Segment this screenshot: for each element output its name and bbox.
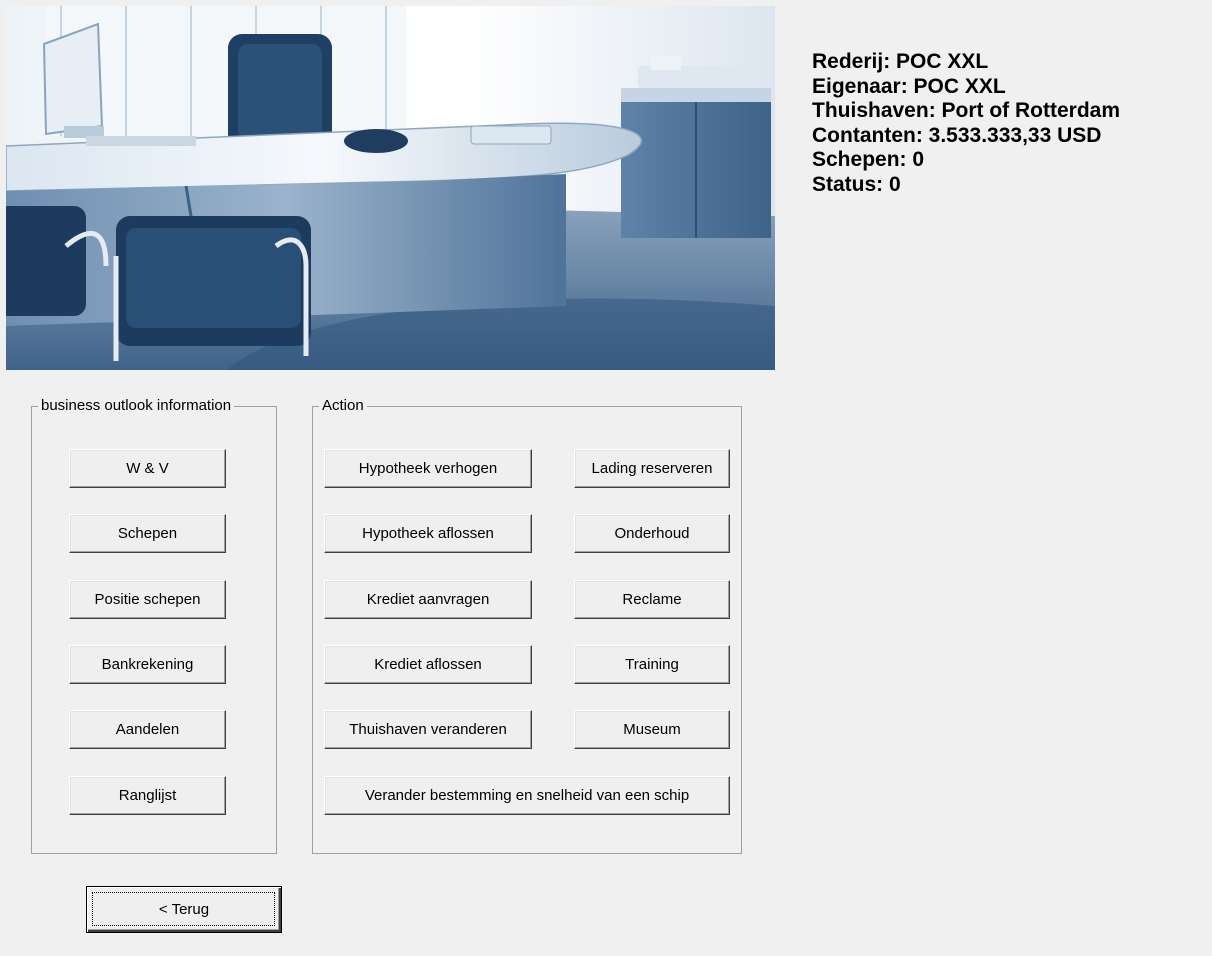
home-port-label: Thuishaven: Port of Rotterdam [812, 99, 1121, 123]
museum-button[interactable]: Museum [574, 710, 730, 749]
focus-rectangle [92, 892, 275, 926]
action-title: Action [319, 397, 367, 415]
positie-schepen-button[interactable]: Positie schepen [69, 580, 226, 619]
change-destination-speed-button[interactable]: Verander bestemming en snelheid van een … [324, 776, 730, 815]
krediet-aflossen-button[interactable]: Krediet aflossen [324, 645, 532, 684]
business-outlook-group: business outlook information W & V Schep… [31, 397, 277, 854]
w-and-v-button[interactable]: W & V [69, 449, 226, 488]
bankrekening-button[interactable]: Bankrekening [69, 645, 226, 684]
back-button[interactable]: < Terug [86, 886, 282, 933]
ranglijst-button[interactable]: Ranglijst [69, 776, 226, 815]
business-outlook-title: business outlook information [38, 397, 235, 415]
lading-reserveren-button[interactable]: Lading reserveren [574, 449, 730, 488]
thuishaven-veranderen-button[interactable]: Thuishaven veranderen [324, 710, 532, 749]
schepen-button[interactable]: Schepen [69, 514, 226, 553]
ships-count-label: Schepen: 0 [812, 148, 925, 172]
krediet-aanvragen-button[interactable]: Krediet aanvragen [324, 580, 532, 619]
aandelen-button[interactable]: Aandelen [69, 710, 226, 749]
shipping-company-label: Rederij: POC XXL [812, 50, 989, 73]
training-button[interactable]: Training [574, 645, 730, 684]
reclame-button[interactable]: Reclame [574, 580, 730, 619]
action-group: Action Hypotheek verhogen Lading reserve… [312, 397, 742, 854]
hypotheek-verhogen-button[interactable]: Hypotheek verhogen [324, 449, 532, 488]
cash-label: Contanten: 3.533.333,33 USD [812, 123, 1102, 147]
status-label: Status: 0 [812, 172, 901, 196]
owner-label: Eigenaar: POC XXL [812, 74, 1006, 98]
onderhoud-button[interactable]: Onderhoud [574, 514, 730, 553]
company-info-panel: Rederij: POC XXL Eigenaar: POC XXL Thuis… [812, 50, 1120, 198]
office-illustration [6, 6, 775, 370]
hypotheek-aflossen-button[interactable]: Hypotheek aflossen [324, 514, 532, 553]
